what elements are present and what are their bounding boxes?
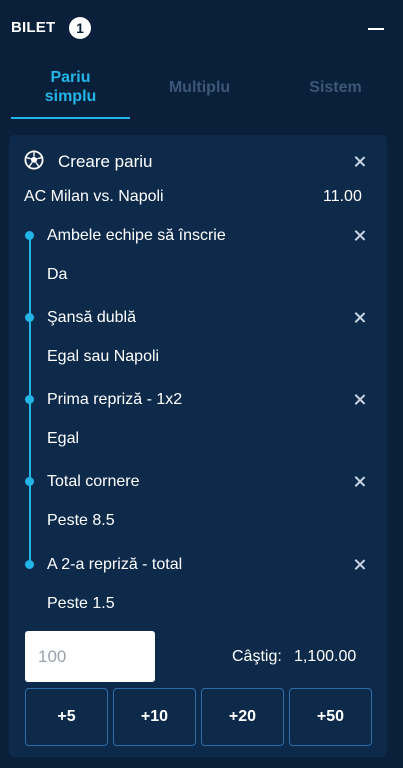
tab-pariu-simplu-line1: Pariu [50,69,91,86]
active-tab-underline [11,117,130,119]
close-icon[interactable] [353,558,367,572]
selection-market: Şansă dublă [47,309,136,326]
quick-stake-button[interactable]: +10 [113,688,196,746]
selection-pick: Da [47,266,68,283]
collapse-icon[interactable] [368,28,384,30]
tab-pariu-simplu[interactable]: Pariu simplu [11,56,130,118]
close-icon[interactable] [353,311,367,325]
bet-odds: 11.00 [323,188,362,205]
selection-market: A 2-a repriză - total [47,556,183,573]
close-icon[interactable] [353,475,367,489]
betslip-title: BILET [11,19,56,36]
close-icon[interactable] [353,155,367,169]
quick-stake-button[interactable]: +50 [289,688,372,746]
tab-multiplu[interactable]: Multiplu [140,56,259,118]
bet-type-tabs: Pariu simplu Multiplu Sistem [0,56,403,120]
potential-win-value: 1,100.00 [294,648,357,665]
selection-count-badge: 1 [69,17,91,39]
selection-market: Prima repriză - 1x2 [47,391,183,408]
tab-sistem[interactable]: Sistem [276,56,395,118]
close-icon[interactable] [353,229,367,243]
timeline-dot [25,231,34,240]
potential-win-label: Câştig: [232,648,282,665]
bet-builder-label: Creare pariu [58,152,153,171]
timeline-dot [25,395,34,404]
selection-pick: Peste 1.5 [47,595,115,612]
betslip-header: BILET 1 [0,0,403,56]
selection-market: Total cornere [47,473,140,490]
match-name: AC Milan vs. Napoli [24,188,164,205]
quick-stake-button[interactable]: +20 [201,688,284,746]
quick-stake-button[interactable]: +5 [25,688,108,746]
timeline-dot [25,560,34,569]
selection-market: Ambele echipe să înscrie [47,227,226,244]
timeline-dot [25,313,34,322]
stake-input[interactable] [25,631,155,682]
selection-pick: Egal sau Napoli [47,348,160,365]
tab-pariu-simplu-line2: simplu [44,88,97,105]
soccer-ball-icon [24,150,44,170]
close-icon[interactable] [353,393,367,407]
selection-pick: Egal [47,430,80,447]
timeline-dot [25,477,34,486]
selection-pick: Peste 8.5 [47,512,115,529]
